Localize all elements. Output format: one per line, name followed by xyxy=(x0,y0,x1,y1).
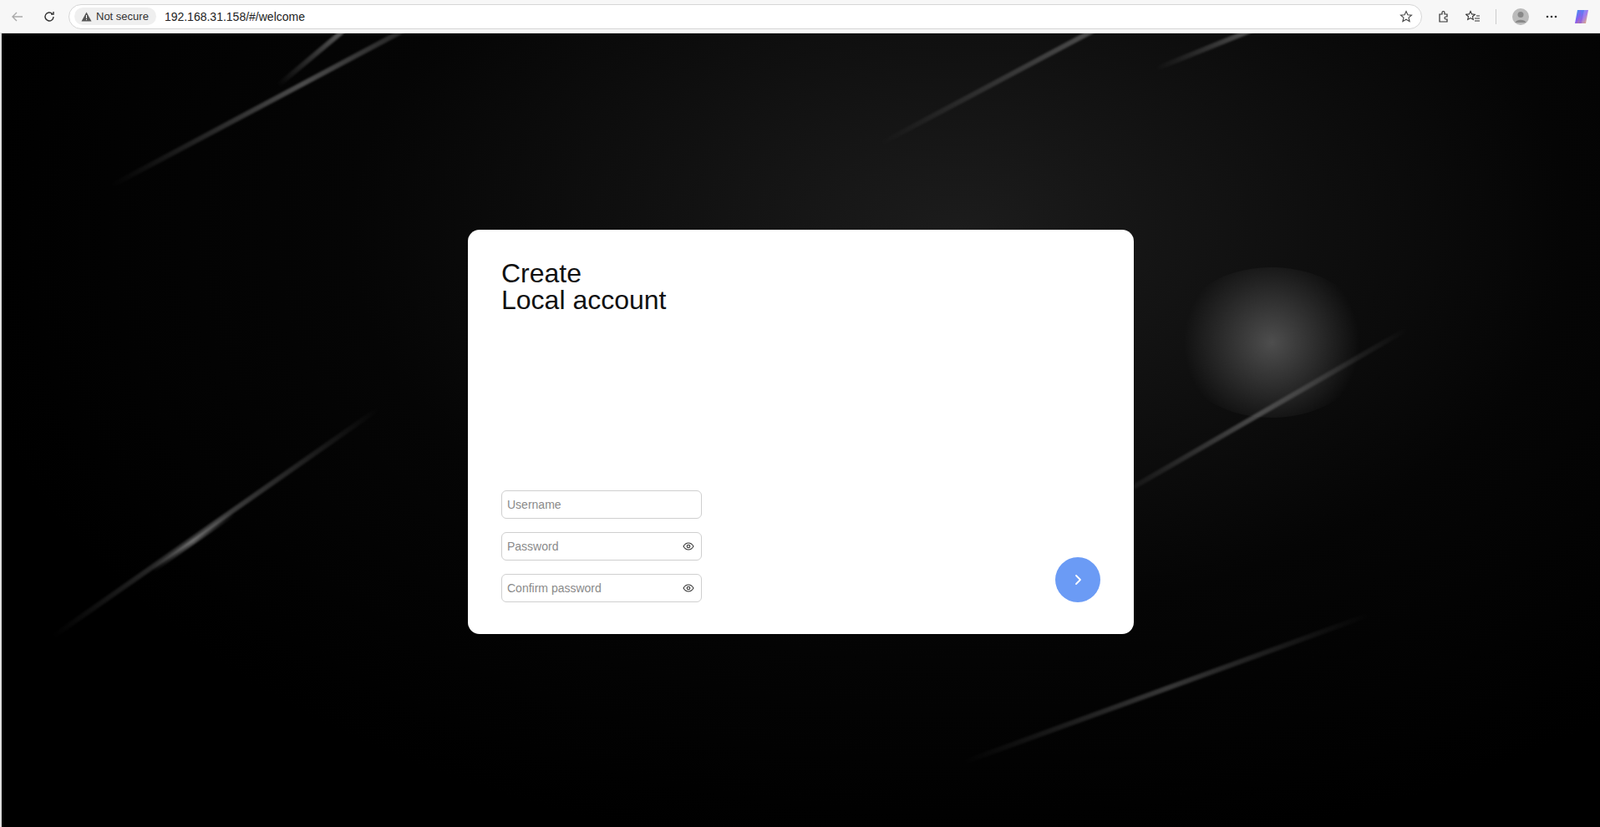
password-input[interactable] xyxy=(507,533,678,559)
card-title: CreateLocal account xyxy=(501,259,1101,314)
title-line: Local account xyxy=(501,286,1101,314)
account-form xyxy=(501,490,702,603)
security-label: Not secure xyxy=(96,10,149,23)
back-button[interactable] xyxy=(5,4,31,30)
chevron-right-icon xyxy=(1071,573,1085,587)
background-streak xyxy=(961,611,1372,765)
refresh-button[interactable] xyxy=(36,4,62,30)
show-password-eye-icon[interactable] xyxy=(682,582,695,595)
warning-icon xyxy=(81,11,92,22)
profile-icon[interactable] xyxy=(1511,7,1530,26)
toolbar-separator xyxy=(1495,9,1497,25)
favorite-star-icon[interactable] xyxy=(1399,10,1413,24)
password-field[interactable] xyxy=(501,532,702,561)
text-input[interactable] xyxy=(507,492,695,518)
password-field[interactable] xyxy=(501,573,702,603)
background-streak xyxy=(109,33,496,189)
create-account-card: CreateLocal account xyxy=(467,229,1134,635)
security-chip[interactable]: Not secure xyxy=(74,7,157,26)
browser-toolbar: Not secure 192.168.31.158/#/welcome xyxy=(0,0,1600,34)
text-field[interactable] xyxy=(501,490,702,519)
background-streak xyxy=(1153,33,1357,72)
title-line: Create xyxy=(501,259,1101,287)
form-row xyxy=(501,490,1101,603)
background-glow xyxy=(1171,267,1372,418)
more-icon[interactable] xyxy=(1544,10,1559,24)
background-streak xyxy=(878,33,1294,148)
refresh-icon xyxy=(42,10,56,24)
browser-window: Not secure 192.168.31.158/#/welcome Crea… xyxy=(0,0,1600,827)
next-button[interactable] xyxy=(1055,557,1101,603)
address-bar[interactable]: Not secure 192.168.31.158/#/welcome xyxy=(68,4,1423,30)
password-input[interactable] xyxy=(507,575,678,601)
copilot-icon[interactable] xyxy=(1573,8,1590,26)
back-arrow-icon xyxy=(10,10,25,24)
favorites-icon[interactable] xyxy=(1465,10,1481,24)
address-text: 192.168.31.158/#/welcome xyxy=(164,10,1392,24)
welcome-background: CreateLocal account xyxy=(0,33,1600,827)
show-password-eye-icon[interactable] xyxy=(682,540,695,553)
background-streak xyxy=(150,511,236,574)
extensions-icon[interactable] xyxy=(1437,10,1451,24)
